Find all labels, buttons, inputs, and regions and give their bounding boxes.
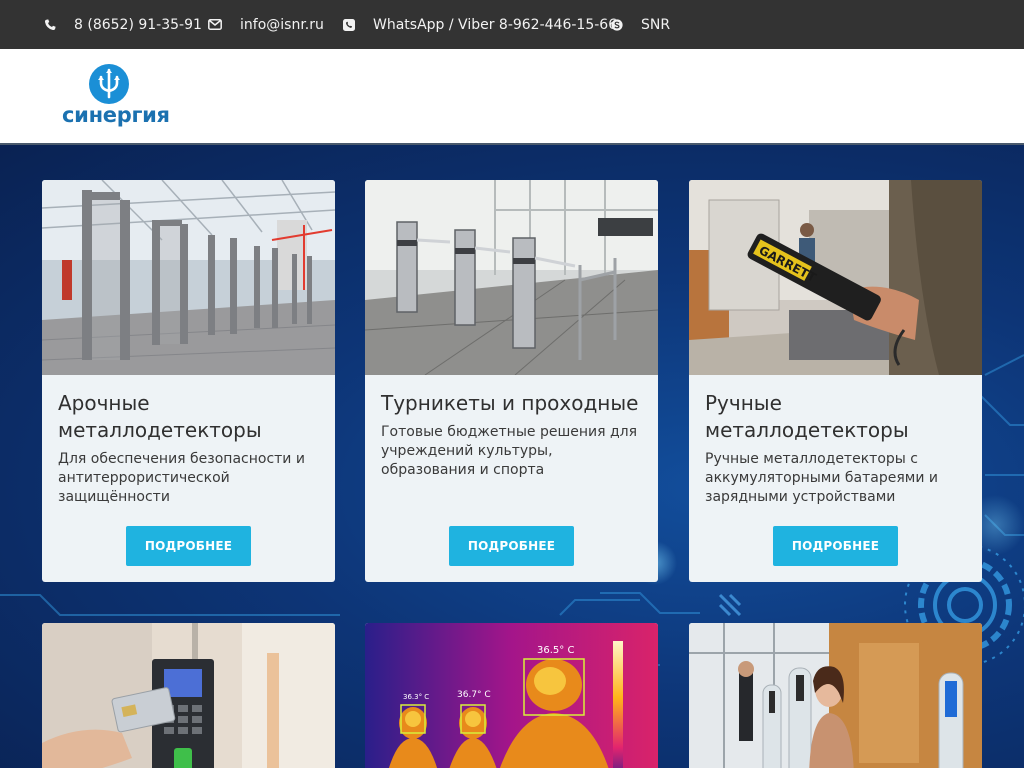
whatsapp-link[interactable]: WhatsApp / Viber 8-962-446-15-66	[343, 0, 617, 49]
temp-label: 36.7° C	[457, 690, 491, 700]
temp-label: 36.3° C	[403, 693, 429, 701]
more-button[interactable]: ПОДРОБНЕЕ	[449, 526, 574, 566]
logo-icon	[89, 64, 129, 104]
card-title: Арочные металлодетекторы	[58, 391, 262, 442]
product-card[interactable]: Турникеты и проходные Готовые бюджетные …	[365, 180, 658, 582]
envelope-icon	[208, 19, 222, 30]
products-section: Арочные металлодетекторы Для обеспечения…	[0, 143, 1024, 768]
product-card[interactable]	[42, 623, 335, 768]
contact-bar: 8 (8652) 91-35-91 info@isnr.ru WhatsApp …	[0, 0, 1024, 49]
product-image	[365, 180, 658, 375]
logo-wordmark: синергия	[62, 103, 170, 127]
phone-icon	[44, 18, 56, 30]
card-description: Ручные металлодетекторы с аккумуляторным…	[705, 451, 938, 505]
product-card[interactable]	[689, 623, 982, 768]
card-description: Готовые бюджетные решения для учреждений…	[381, 424, 638, 478]
site-header: синергия	[0, 49, 1024, 144]
temp-label: 36.5° C	[537, 645, 574, 656]
product-image	[689, 623, 982, 768]
site-logo[interactable]: синергия	[60, 63, 170, 129]
product-image	[42, 180, 335, 375]
skype-text: SNR	[641, 16, 671, 33]
phone-link[interactable]: 8 (8652) 91-35-91	[44, 0, 202, 49]
product-image	[42, 623, 335, 768]
skype-link[interactable]: SNR	[611, 0, 670, 49]
card-description: Для обеспечения безопасности и антитерро…	[58, 451, 305, 505]
product-image: 36.5° C 36.3° C 36.7° C	[365, 623, 658, 768]
card-title: Турникеты и проходные	[381, 391, 639, 415]
more-button[interactable]: ПОДРОБНЕЕ	[773, 526, 898, 566]
more-button[interactable]: ПОДРОБНЕЕ	[126, 526, 251, 566]
product-card[interactable]: Арочные металлодетекторы Для обеспечения…	[42, 180, 335, 582]
whatsapp-text: WhatsApp / Viber 8-962-446-15-66	[373, 16, 618, 33]
product-card[interactable]: 36.5° C 36.3° C 36.7° C	[365, 623, 658, 768]
skype-icon	[611, 18, 623, 31]
email-link[interactable]: info@isnr.ru	[208, 0, 324, 49]
email-text: info@isnr.ru	[240, 16, 324, 33]
whatsapp-icon	[343, 18, 355, 31]
card-title: Ручные металлодетекторы	[705, 391, 909, 442]
product-card[interactable]: GARRETT Ручные металлодетекторы Ручные м…	[689, 180, 982, 582]
product-image: GARRETT	[689, 180, 982, 375]
phone-text: 8 (8652) 91-35-91	[74, 16, 202, 33]
